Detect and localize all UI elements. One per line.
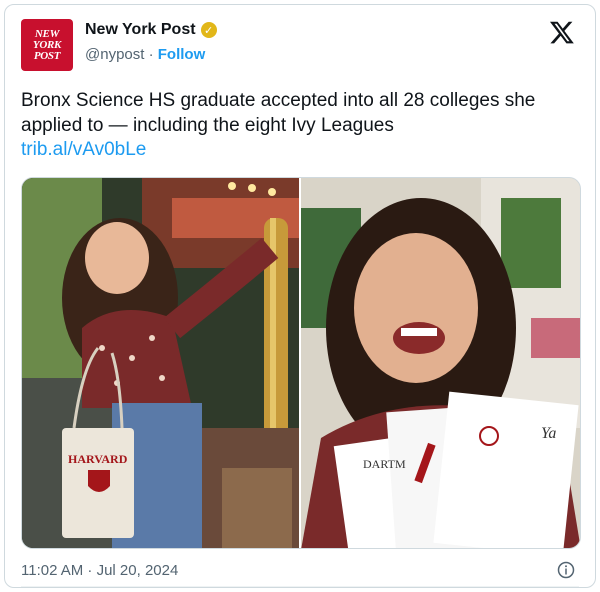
account-name-row: New York Post ✓ — [85, 21, 217, 39]
tweet-link[interactable]: trib.al/vAv0bLe — [21, 139, 146, 161]
x-logo-icon[interactable] — [549, 19, 575, 45]
letters-photo-art: DARTM Ya — [301, 178, 580, 548]
logo-text-line: NEW — [34, 27, 60, 40]
photo-letters[interactable]: DARTM Ya — [301, 178, 580, 548]
tweet-text: Bronx Science HS graduate accepted into … — [21, 90, 536, 136]
letter-text-2: Ya — [541, 425, 556, 442]
logo-text-line: YORK — [32, 38, 62, 51]
nypost-avatar[interactable]: NEW YORK POST — [21, 19, 73, 71]
tweet-timestamp[interactable]: 11:02 AM · Jul 20, 2024 — [21, 562, 178, 579]
account-handle[interactable]: @nypost — [85, 46, 144, 63]
carousel-photo-art: HARVARD — [22, 178, 299, 548]
handle-row: @nypost · Follow — [85, 46, 205, 63]
separator: · — [148, 46, 154, 63]
info-icon[interactable] — [557, 561, 575, 579]
photo-carousel[interactable]: HARVARD — [22, 178, 299, 548]
tote-text: HARVARD — [68, 452, 128, 466]
logo-text-line: POST — [33, 49, 61, 62]
letter-text-1: DARTM — [363, 457, 406, 471]
follow-button[interactable]: Follow — [158, 46, 206, 63]
account-name[interactable]: New York Post — [85, 21, 196, 39]
tweet-card: NEW YORK POST New York Post ✓ @nypost · … — [4, 4, 596, 588]
verified-badge-icon: ✓ — [200, 22, 217, 38]
divider — [21, 586, 579, 587]
media-grid[interactable]: HARVARD DARTM Ya — [21, 177, 581, 549]
